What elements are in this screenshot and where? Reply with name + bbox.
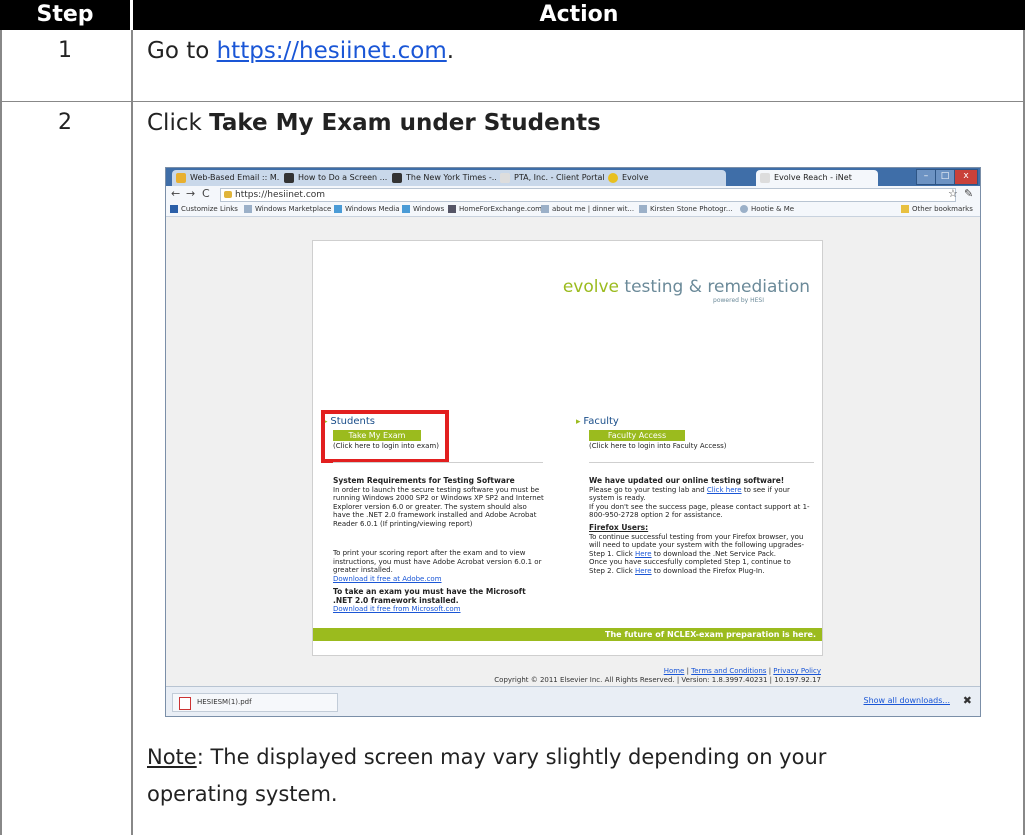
bookmark-item[interactable]: Customize Links — [170, 202, 238, 216]
logo-subtitle: powered by HESI — [713, 297, 764, 304]
instruction-table: Step Action 1 Go to https://hesiinet.com… — [0, 0, 1025, 835]
column-divider — [131, 30, 133, 835]
minimize-icon[interactable]: – — [916, 169, 936, 185]
bookmark-item[interactable]: HomeForExchange.com — [448, 202, 542, 216]
firefox-plugin-link[interactable]: Here — [635, 567, 652, 575]
privacy-link[interactable]: Privacy Policy — [773, 667, 821, 675]
step-number: 2 — [58, 110, 72, 135]
address-bar: ← → C https://hesiinet.com ☆ ✎ — [166, 186, 980, 202]
page-footer-banner: The future of NCLEX-exam preparation is … — [313, 628, 822, 641]
camera-icon — [639, 205, 647, 213]
wordpress-icon — [740, 205, 748, 213]
browser-tab[interactable]: Web-Based Email :: M... — [172, 170, 294, 186]
evolve-logo: evolve testing & remediation powered by H… — [562, 277, 810, 304]
forward-arrow-icon[interactable]: → — [186, 187, 195, 200]
bookmark-item[interactable]: about me | dinner wit... — [541, 202, 634, 216]
browser-tab-bar: Web-Based Email :: M... How to Do a Scre… — [166, 168, 980, 186]
bookmark-item[interactable]: Hootie & Me — [740, 202, 794, 216]
step-2-instruction: Click Take My Exam under Students — [147, 110, 601, 136]
step-column-header: Step — [0, 0, 130, 30]
bookmark-item[interactable]: Windows — [402, 202, 444, 216]
divider — [589, 462, 814, 463]
microsoft-download-link[interactable]: Download it free from Microsoft.com — [333, 605, 461, 613]
bookmark-item[interactable]: Windows Marketplace — [244, 202, 331, 216]
step-2-prefix: Click — [147, 110, 210, 136]
bookmark-item[interactable]: Windows Media — [334, 202, 400, 216]
downloads-bar: HESIESM(1).pdf Show all downloads... ✖ — [166, 686, 980, 716]
folder-icon — [901, 205, 909, 213]
browser-tab[interactable]: PTA, Inc. - Client Portal — [496, 170, 618, 186]
copyright-footer: Home | Terms and Conditions | Privacy Po… — [494, 667, 821, 684]
step-1-prefix: Go to — [147, 38, 217, 64]
faculty-access-button[interactable]: Faculty Access — [589, 430, 685, 441]
highlight-box — [321, 410, 449, 463]
system-requirements: System Requirements for Testing Software… — [333, 476, 544, 528]
url-field[interactable]: https://hesiinet.com — [220, 188, 956, 202]
pdf-icon — [179, 697, 191, 710]
terms-link[interactable]: Terms and Conditions — [691, 667, 766, 675]
print-instructions: To print your scoring report after the e… — [333, 549, 542, 583]
adobe-download-link[interactable]: Download it free at Adobe.com — [333, 575, 442, 583]
home-link[interactable]: Home — [664, 667, 685, 675]
bookmarks-bar: Customize Links Windows Marketplace Wind… — [166, 202, 980, 217]
step-1-instruction: Go to https://hesiinet.com. — [147, 38, 454, 64]
dotnet-requirement: To take an exam you must have the Micros… — [333, 587, 526, 613]
back-arrow-icon[interactable]: ← — [171, 187, 180, 200]
click-here-link[interactable]: Click here — [707, 486, 742, 494]
note-text: Note: The displayed screen may vary slig… — [147, 745, 827, 806]
bookmark-item[interactable]: Kirsten Stone Photogr... — [639, 202, 733, 216]
browser-tab-active[interactable]: Evolve Reach - iNet — [756, 170, 878, 186]
show-all-downloads-link[interactable]: Show all downloads... — [864, 696, 951, 705]
email-tab-icon — [176, 173, 186, 183]
evolve-login-page: evolve testing & remediation powered by H… — [312, 240, 823, 656]
star-icon[interactable]: ☆ — [948, 187, 958, 200]
customize-icon — [170, 205, 178, 213]
browser-tab[interactable]: How to Do a Screen ... — [280, 170, 402, 186]
nyt-tab-icon — [392, 173, 402, 183]
wrench-icon[interactable]: ✎ — [964, 187, 973, 200]
windows-icon — [334, 205, 342, 213]
maximize-icon[interactable]: □ — [935, 169, 955, 185]
web-page-area: evolve testing & remediation powered by H… — [166, 217, 980, 686]
page-tab-icon — [760, 173, 770, 183]
divider — [333, 462, 543, 463]
faculty-heading: ▸ Faculty — [576, 416, 619, 427]
step-2-bold: Take My Exam under Students — [209, 110, 601, 136]
net-service-pack-link[interactable]: Here — [635, 550, 652, 558]
windows-icon — [402, 205, 410, 213]
download-item[interactable]: HESIESM(1).pdf — [172, 693, 338, 712]
firefox-notice: Firefox Users: To continue successful tes… — [589, 523, 805, 575]
browser-screenshot: Web-Based Email :: M... How to Do a Scre… — [165, 167, 981, 717]
page-tab-icon — [500, 173, 510, 183]
lock-icon — [224, 191, 232, 198]
row-divider — [0, 101, 1025, 102]
homeforexchange-icon — [448, 205, 456, 213]
reload-icon[interactable]: C — [202, 187, 210, 200]
site-tab-icon — [284, 173, 294, 183]
bookmark-item[interactable]: Other bookmarks — [901, 202, 973, 216]
evolve-tab-icon — [608, 173, 618, 183]
action-column-header: Action — [133, 0, 1025, 30]
close-downloads-icon[interactable]: ✖ — [963, 694, 972, 707]
faculty-hint: (Click here to login into Faculty Access… — [589, 442, 727, 450]
page-icon — [541, 205, 549, 213]
table-left-border — [0, 30, 2, 835]
update-notice: We have updated our online testing softw… — [589, 476, 810, 519]
hesiinet-link[interactable]: https://hesiinet.com — [217, 38, 447, 64]
step-number: 1 — [58, 38, 72, 63]
window-controls: – □ x — [916, 169, 978, 185]
browser-tab[interactable]: Evolve — [604, 170, 726, 186]
close-icon[interactable]: x — [954, 169, 978, 185]
step-1-suffix: . — [446, 38, 455, 64]
page-icon — [244, 205, 252, 213]
browser-tab[interactable]: The New York Times -... — [388, 170, 510, 186]
